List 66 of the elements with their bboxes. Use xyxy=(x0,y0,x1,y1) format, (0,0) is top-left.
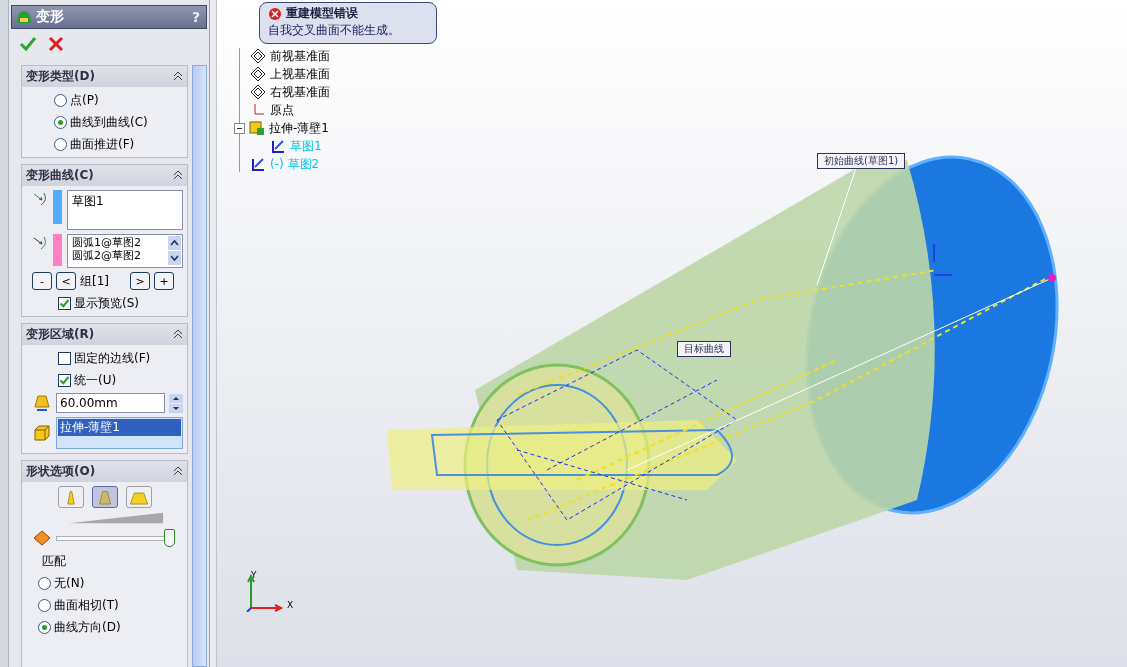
checkbox-option[interactable]: 显示预览(S) xyxy=(26,294,183,312)
radio-option[interactable]: 点(P) xyxy=(54,91,183,109)
curve-arrow-icon xyxy=(32,234,48,250)
ok-check-icon[interactable] xyxy=(19,35,37,53)
radius-field[interactable]: 60.00mm xyxy=(56,393,165,413)
spin-down-icon[interactable] xyxy=(169,403,183,413)
section-header[interactable]: 变形曲线(C) xyxy=(22,165,187,186)
body-list[interactable]: 拉伸-薄壁1 xyxy=(56,417,183,449)
curve-list[interactable]: 草图1 xyxy=(67,190,183,230)
axis-triad-icon xyxy=(245,572,285,612)
sketch-icon xyxy=(270,138,286,154)
error-message: 自我交叉曲面不能生成。 xyxy=(268,22,401,39)
radio-option[interactable]: 曲线到曲线(C) xyxy=(54,113,183,131)
tree-item[interactable]: 原点 xyxy=(250,102,330,118)
body-item[interactable]: 拉伸-薄壁1 xyxy=(58,419,181,436)
plane-icon xyxy=(250,84,266,100)
collapse-chevron-icon[interactable] xyxy=(173,466,183,476)
color-swatch xyxy=(53,234,62,266)
plane-icon xyxy=(250,66,266,82)
slider-thumb[interactable] xyxy=(163,528,175,547)
sketch-icon xyxy=(250,156,266,172)
match-label: 匹配 xyxy=(41,553,67,570)
checkbox-option[interactable]: 固定的边线(F) xyxy=(26,349,183,367)
nav-button[interactable]: + xyxy=(154,272,174,290)
tree-item[interactable]: 上视基准面 xyxy=(250,66,330,82)
radio-option[interactable]: 曲线方向(D) xyxy=(26,618,183,636)
plane-icon xyxy=(250,48,266,64)
deform-icon xyxy=(16,9,32,25)
spin-up-icon[interactable] xyxy=(169,393,183,403)
collapse-chevron-icon[interactable] xyxy=(173,329,183,339)
color-swatch xyxy=(53,190,62,224)
axis-label: Y xyxy=(251,570,257,580)
scroll-down-icon[interactable] xyxy=(168,251,181,265)
section-header[interactable]: 变形类型(D) xyxy=(22,66,187,87)
curve-arrow-icon xyxy=(32,190,48,206)
nav-button[interactable]: > xyxy=(130,272,150,290)
shape-button[interactable] xyxy=(91,486,118,508)
section-header[interactable]: 形状选项(O) xyxy=(22,461,187,482)
stiffness-icon xyxy=(32,528,52,548)
curve-list[interactable]: 圆弧1@草图2 圆弧2@草图2 xyxy=(67,234,183,268)
tree-item[interactable]: 拉伸-薄壁1 xyxy=(250,120,330,136)
curve-label: 目标曲线 xyxy=(677,341,731,357)
error-icon xyxy=(268,6,282,21)
cube-icon xyxy=(32,423,52,443)
error-title: 重建模型错误 xyxy=(286,5,358,22)
nav-button[interactable]: < xyxy=(56,272,76,290)
checkbox-option[interactable]: 统一(U) xyxy=(26,371,183,389)
collapse-chevron-icon[interactable] xyxy=(173,170,183,180)
curve-label: 初始曲线(草图1) xyxy=(817,153,906,169)
collapse-toggle[interactable] xyxy=(234,122,245,134)
nav-button[interactable]: - xyxy=(32,272,52,290)
group-label: 组[1] xyxy=(80,272,110,290)
scrollbar[interactable] xyxy=(192,65,207,667)
radius-icon xyxy=(32,393,52,413)
radio-option[interactable]: 曲面推进(F) xyxy=(54,135,183,153)
axis-label: X xyxy=(287,600,294,610)
panel-title: 变形 xyxy=(36,8,65,26)
section-header[interactable]: 变形区域(R) xyxy=(22,324,187,345)
radio-option[interactable]: 曲面相切(T) xyxy=(26,596,183,614)
cancel-icon[interactable] xyxy=(47,35,65,53)
tree-item[interactable]: 前视基准面 xyxy=(250,48,330,64)
cube-icon xyxy=(249,120,265,136)
radio-option[interactable]: 无(N) xyxy=(26,574,183,592)
collapse-chevron-icon[interactable] xyxy=(173,71,183,81)
scroll-up-icon[interactable] xyxy=(168,236,181,250)
tree-item[interactable]: 右视基准面 xyxy=(250,84,330,100)
